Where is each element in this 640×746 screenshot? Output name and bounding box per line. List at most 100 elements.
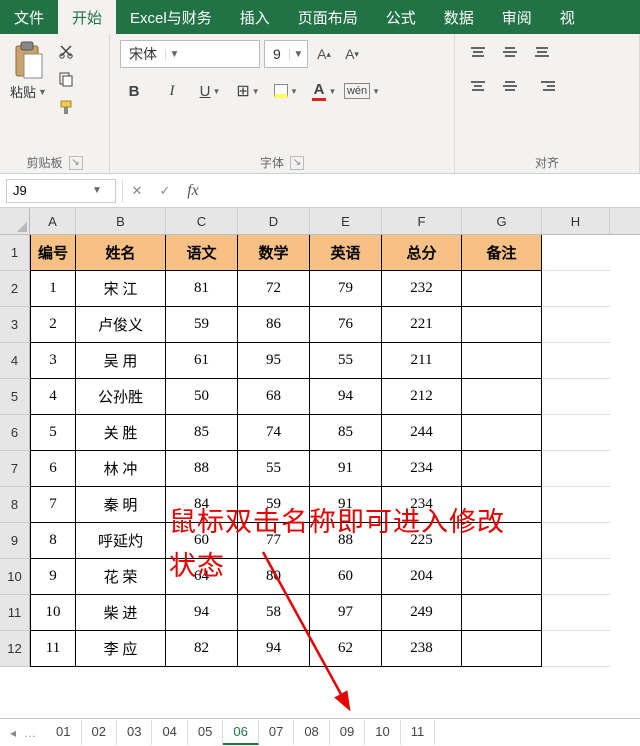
cell[interactable]: 64 xyxy=(166,559,238,595)
bold-button[interactable]: B xyxy=(120,78,148,104)
cell[interactable]: 225 xyxy=(382,523,462,559)
cell[interactable] xyxy=(462,451,542,487)
tab-data[interactable]: 数据 xyxy=(430,0,488,34)
cell[interactable]: 61 xyxy=(166,343,238,379)
cell[interactable]: 62 xyxy=(310,631,382,667)
header-cell[interactable]: 英语 xyxy=(310,235,382,271)
cell[interactable]: 91 xyxy=(310,487,382,523)
cell[interactable]: 97 xyxy=(310,595,382,631)
sheet-nav-prev-icon[interactable]: … xyxy=(24,726,36,740)
header-cell[interactable]: 备注 xyxy=(462,235,542,271)
cell[interactable]: 234 xyxy=(382,451,462,487)
cell[interactable]: 80 xyxy=(238,559,310,595)
name-box-input[interactable] xyxy=(7,183,87,198)
cell[interactable]: 81 xyxy=(166,271,238,307)
cell[interactable] xyxy=(462,415,542,451)
row-header[interactable]: 6 xyxy=(0,415,30,451)
row-header[interactable]: 1 xyxy=(0,235,30,271)
cell[interactable]: 88 xyxy=(166,451,238,487)
chevron-down-icon[interactable]: ▼ xyxy=(165,49,183,60)
cell[interactable] xyxy=(542,559,610,595)
cell[interactable]: 84 xyxy=(166,487,238,523)
align-bottom-button[interactable] xyxy=(529,40,555,64)
sheet-tab[interactable]: 11 xyxy=(401,720,436,745)
cell[interactable]: 9 xyxy=(30,559,76,595)
cell[interactable] xyxy=(462,631,542,667)
fx-icon[interactable]: fx xyxy=(179,182,207,200)
cell[interactable]: 85 xyxy=(166,415,238,451)
header-cell[interactable]: 姓名 xyxy=(76,235,166,271)
align-middle-button[interactable] xyxy=(497,40,523,64)
cell[interactable] xyxy=(542,487,610,523)
cell[interactable]: 1 xyxy=(30,271,76,307)
paste-icon[interactable] xyxy=(10,40,46,80)
enter-formula-button[interactable]: ✓ xyxy=(151,183,179,199)
cell[interactable] xyxy=(542,235,610,271)
cell[interactable]: 234 xyxy=(382,487,462,523)
col-header[interactable]: B xyxy=(76,208,166,234)
cell[interactable]: 2 xyxy=(30,307,76,343)
col-header[interactable]: F xyxy=(382,208,462,234)
cell[interactable]: 59 xyxy=(238,487,310,523)
tab-page-layout[interactable]: 页面布局 xyxy=(284,0,372,34)
sheet-tab[interactable]: 10 xyxy=(365,720,400,745)
sheet-tab[interactable]: 09 xyxy=(330,720,365,745)
cell[interactable] xyxy=(542,595,610,631)
cell[interactable]: 204 xyxy=(382,559,462,595)
chevron-down-icon[interactable]: ▼ xyxy=(87,185,107,196)
header-cell[interactable]: 语文 xyxy=(166,235,238,271)
align-center-button[interactable] xyxy=(497,74,523,98)
cell[interactable] xyxy=(462,379,542,415)
tab-review[interactable]: 审阅 xyxy=(488,0,546,34)
row-header[interactable]: 9 xyxy=(0,523,30,559)
font-dialog-icon[interactable]: ↘ xyxy=(290,156,304,170)
row-header[interactable]: 8 xyxy=(0,487,30,523)
name-box[interactable]: ▼ xyxy=(6,179,116,203)
decrease-font-button[interactable]: A▾ xyxy=(340,40,364,68)
cell[interactable]: 4 xyxy=(30,379,76,415)
row-header[interactable]: 5 xyxy=(0,379,30,415)
cell[interactable] xyxy=(542,415,610,451)
font-size-combo[interactable]: 9▼ xyxy=(264,40,308,68)
cell[interactable]: 95 xyxy=(238,343,310,379)
sheet-tab[interactable]: 07 xyxy=(259,720,294,745)
cell[interactable]: 6 xyxy=(30,451,76,487)
cell[interactable]: 55 xyxy=(238,451,310,487)
cell[interactable]: 柴 进 xyxy=(76,595,166,631)
cell[interactable] xyxy=(462,307,542,343)
sheet-tab[interactable]: 02 xyxy=(82,720,117,745)
tab-formulas[interactable]: 公式 xyxy=(372,0,430,34)
row-header[interactable]: 4 xyxy=(0,343,30,379)
cell[interactable]: 宋 江 xyxy=(76,271,166,307)
cell[interactable]: 74 xyxy=(238,415,310,451)
col-header[interactable]: A xyxy=(30,208,76,234)
row-header[interactable]: 7 xyxy=(0,451,30,487)
cell[interactable]: 221 xyxy=(382,307,462,343)
cell[interactable] xyxy=(462,343,542,379)
row-header[interactable]: 10 xyxy=(0,559,30,595)
cell[interactable]: 关 胜 xyxy=(76,415,166,451)
font-color-button[interactable]: A▼ xyxy=(310,78,338,104)
cell[interactable]: 呼延灼 xyxy=(76,523,166,559)
tab-excel-finance[interactable]: Excel与财务 xyxy=(116,0,226,34)
cell[interactable]: 卢俊义 xyxy=(76,307,166,343)
col-header[interactable]: G xyxy=(462,208,542,234)
align-left-button[interactable] xyxy=(465,74,491,98)
cell[interactable]: 60 xyxy=(166,523,238,559)
cell[interactable]: 85 xyxy=(310,415,382,451)
sheet-tab[interactable]: 06 xyxy=(223,720,258,745)
paste-label[interactable]: 粘贴 xyxy=(10,82,36,101)
underline-button[interactable]: U▼ xyxy=(196,78,224,104)
formula-input[interactable] xyxy=(207,179,640,203)
increase-font-button[interactable]: A▴ xyxy=(312,40,336,68)
cell[interactable] xyxy=(542,451,610,487)
cell[interactable]: 72 xyxy=(238,271,310,307)
cell[interactable]: 82 xyxy=(166,631,238,667)
cell[interactable]: 91 xyxy=(310,451,382,487)
sheet-tab[interactable]: 01 xyxy=(46,720,81,745)
cell[interactable] xyxy=(542,379,610,415)
cell[interactable]: 59 xyxy=(166,307,238,343)
select-all-corner[interactable] xyxy=(0,208,30,234)
tab-file[interactable]: 文件 xyxy=(0,0,58,34)
format-painter-button[interactable] xyxy=(55,96,77,118)
